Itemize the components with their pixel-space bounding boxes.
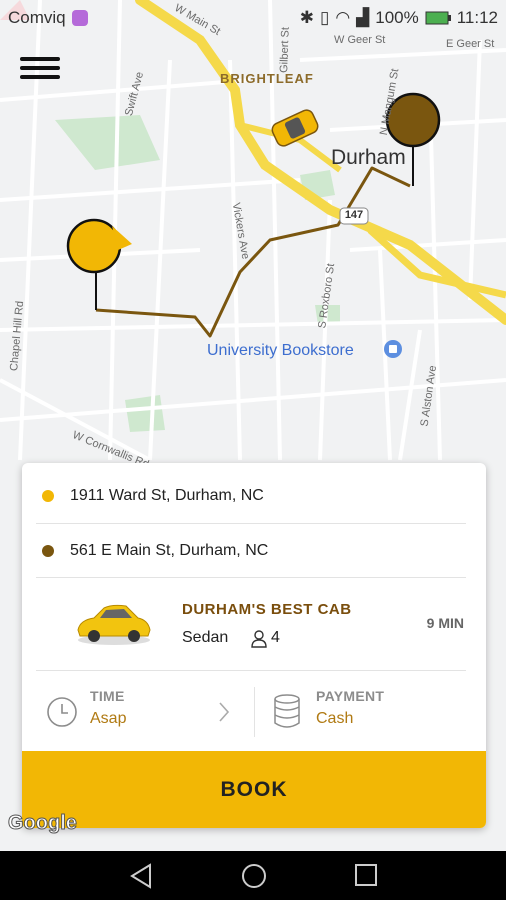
notification-icon	[71, 10, 88, 26]
pickup-dot-icon	[42, 490, 54, 502]
status-bar: Comviq ✱ ▯ ◠ ▟ 100% 11:12	[0, 0, 506, 36]
neighborhood-label: BRIGHTLEAF	[220, 71, 314, 86]
cab-option[interactable]: DURHAM'S BEST CAB Sedan 4 9 MIN	[22, 578, 486, 670]
route-shield-label: 147	[344, 209, 364, 221]
person-icon	[251, 630, 267, 648]
back-icon[interactable]	[128, 863, 154, 889]
recents-icon[interactable]	[354, 863, 378, 887]
payment-value: Cash	[316, 710, 354, 727]
google-logo: Google	[8, 812, 78, 835]
vibrate-icon: ▯	[319, 8, 330, 27]
app-screen: BRIGHTLEAF Durham University Bookstore 1…	[0, 0, 506, 900]
battery-icon	[425, 11, 451, 25]
navigation-bar	[0, 851, 506, 900]
bluetooth-icon: ✱	[299, 8, 314, 27]
street-label: E Geer St	[446, 38, 495, 50]
home-icon[interactable]	[240, 863, 268, 891]
time-value: Asap	[90, 710, 127, 727]
signal-icon: ▟	[356, 8, 370, 27]
battery-percent: 100%	[375, 8, 419, 27]
cab-type: Sedan	[182, 629, 229, 646]
divider	[36, 670, 466, 671]
car-icon	[77, 604, 151, 645]
dropoff-address: 561 E Main St, Durham, NC	[70, 542, 269, 559]
dropoff-row[interactable]: 561 E Main St, Durham, NC	[22, 524, 486, 578]
clock-icon	[47, 697, 77, 727]
menu-icon[interactable]	[20, 52, 60, 84]
coins-icon	[274, 694, 300, 728]
carrier-label: Comviq	[8, 8, 66, 27]
book-button[interactable]: BOOK	[22, 751, 486, 828]
dropoff-dot-icon	[42, 545, 54, 557]
pickup-address: 1911 Ward St, Durham, NC	[70, 487, 264, 504]
city-label: Durham	[331, 146, 406, 169]
poi-label[interactable]: University Bookstore	[207, 342, 354, 360]
clock-time: 11:12	[456, 8, 498, 27]
booking-card: 1911 Ward St, Durham, NC 561 E Main St, …	[22, 463, 486, 828]
chevron-right-icon	[219, 702, 230, 722]
seat-count: 4	[271, 629, 280, 646]
cab-name: DURHAM'S BEST CAB	[182, 601, 352, 618]
time-label: TIME	[90, 688, 125, 704]
pickup-row[interactable]: 1911 Ward St, Durham, NC	[22, 469, 486, 523]
payment-option[interactable]: PAYMENT Cash	[255, 673, 486, 751]
time-option[interactable]: TIME Asap	[22, 673, 254, 751]
options-row: TIME Asap PAYMENT Cash	[22, 673, 486, 751]
eta-label: 9 MIN	[426, 615, 464, 631]
wifi-icon: ◠	[335, 8, 351, 27]
payment-label: PAYMENT	[316, 688, 385, 704]
